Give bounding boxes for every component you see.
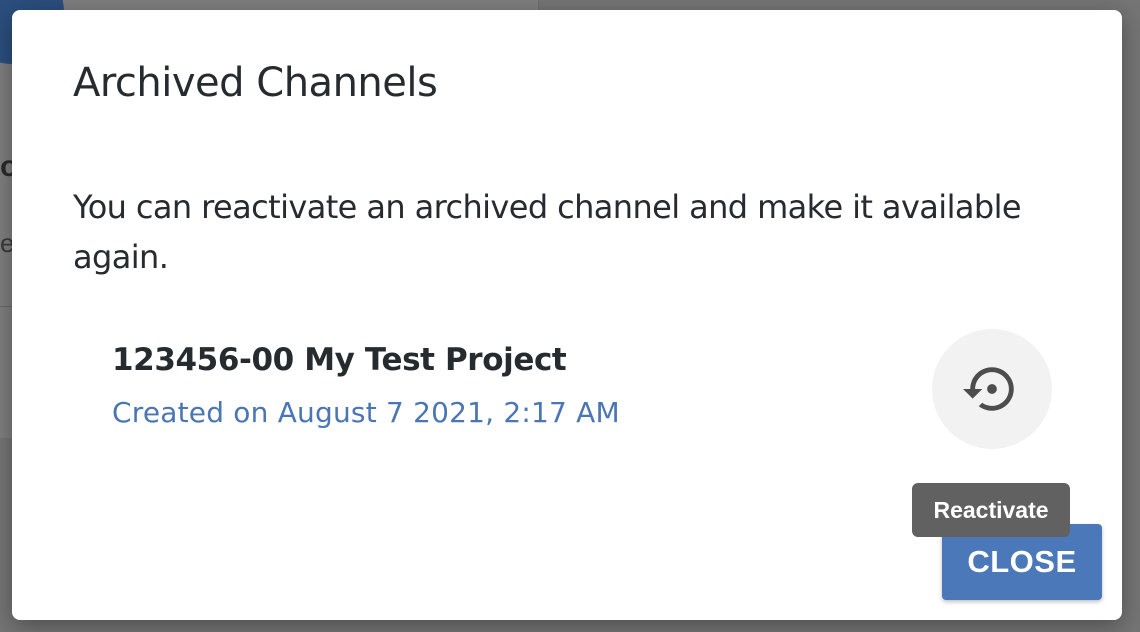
channel-created-date: Created on August 7 2021, 2:17 AM bbox=[112, 396, 620, 429]
restore-icon bbox=[963, 367, 1014, 411]
channel-name: 123456-00 My Test Project bbox=[112, 342, 567, 378]
dialog-title: Archived Channels bbox=[73, 60, 438, 106]
archived-channel-item: 123456-00 My Test Project Created on Aug… bbox=[112, 328, 1072, 452]
archived-channels-dialog: Archived Channels You can reactivate an … bbox=[12, 10, 1122, 620]
reactivate-button[interactable] bbox=[932, 329, 1052, 449]
reactivate-tooltip: Reactivate bbox=[912, 483, 1070, 537]
dialog-description: You can reactivate an archived channel a… bbox=[73, 188, 1022, 276]
